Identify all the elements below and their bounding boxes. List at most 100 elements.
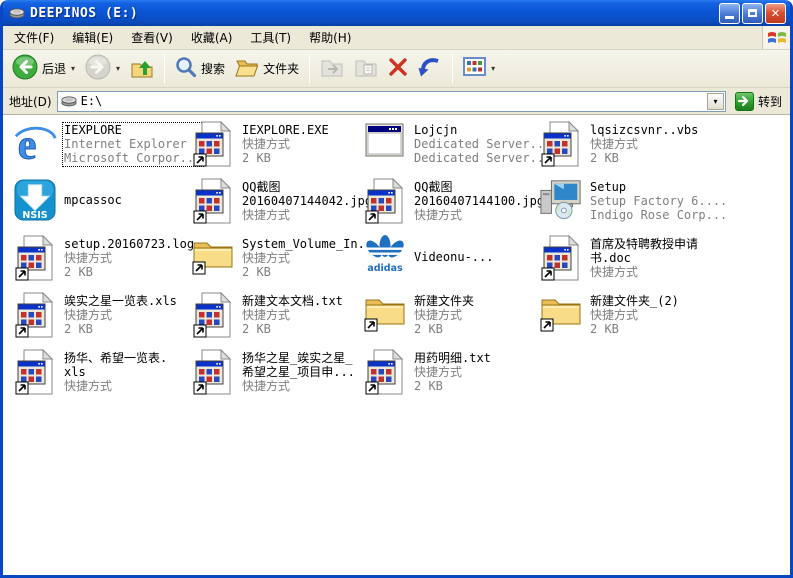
file-detail: 快捷方式: [242, 308, 343, 322]
copy-to-button[interactable]: [349, 54, 383, 84]
back-button[interactable]: 后退 ▾: [7, 52, 80, 86]
file-item[interactable]: SetupSetup Factory 6....Indigo Rose Corp…: [537, 178, 790, 235]
address-dropdown-icon[interactable]: ▾: [707, 93, 724, 110]
file-item[interactable]: System_Volume_In...快捷方式2 KB: [189, 235, 361, 292]
file-detail: 快捷方式: [64, 379, 167, 393]
file-detail: 2 KB: [590, 151, 698, 165]
forward-icon: [85, 54, 111, 84]
search-button[interactable]: 搜索: [170, 54, 230, 84]
explorer-window: DEEPINOS (E:) ✕ 文件(F) 编辑(E) 查看(V) 收藏(A) …: [0, 0, 793, 578]
folder-shortcut-icon: [537, 292, 584, 332]
file-name: xls: [64, 365, 167, 379]
file-item[interactable]: setup.20160723.log快捷方式2 KB: [11, 235, 189, 292]
folder-shortcut-icon: [361, 292, 408, 332]
file-detail: 快捷方式: [64, 308, 177, 322]
forward-dropdown-icon[interactable]: ▾: [116, 64, 120, 73]
file-detail: 快捷方式: [414, 365, 491, 379]
views-button[interactable]: ▾: [458, 55, 500, 82]
file-detail: 2 KB: [242, 265, 379, 279]
nsis-icon: NSIS: [11, 178, 58, 222]
file-name: setup.20160723.log: [64, 237, 194, 251]
file-detail: 2 KB: [242, 151, 329, 165]
file-name: 首席及特聘教授申请: [590, 237, 698, 251]
menu-help[interactable]: 帮助(H): [300, 26, 360, 49]
shortcut-app-icon: [537, 121, 584, 167]
file-name: 20160407144100.jpg: [414, 194, 544, 208]
file-detail: 快捷方式: [242, 208, 372, 222]
menu-tools[interactable]: 工具(T): [241, 26, 300, 49]
file-detail: 快捷方式: [590, 265, 698, 279]
file-item[interactable]: adidas Videonu-...: [361, 235, 537, 292]
ie-icon: e: [11, 121, 58, 167]
copy-to-folder-icon: [354, 56, 378, 82]
svg-text:NSIS: NSIS: [22, 210, 47, 221]
undo-button[interactable]: [413, 54, 447, 84]
file-item[interactable]: 用药明细.txt快捷方式2 KB: [361, 349, 537, 406]
drive-icon: [9, 4, 25, 23]
address-input[interactable]: [81, 93, 707, 110]
minimize-button[interactable]: [719, 3, 740, 24]
move-to-button[interactable]: [315, 54, 349, 84]
shortcut-app-icon: [11, 349, 58, 395]
file-name: 新建文件夹: [414, 294, 474, 308]
file-item[interactable]: IEXPLORE.EXE快捷方式2 KB: [189, 121, 361, 178]
shortcut-app-icon: [189, 349, 236, 395]
shortcut-app-icon: [537, 235, 584, 281]
file-item[interactable]: 新建文件夹快捷方式2 KB: [361, 292, 537, 349]
window-title: DEEPINOS (E:): [30, 6, 717, 21]
views-dropdown-icon[interactable]: ▾: [491, 64, 495, 73]
file-detail: 快捷方式: [590, 137, 698, 151]
go-label: 转到: [758, 93, 782, 110]
up-button[interactable]: [125, 53, 159, 85]
file-name: System_Volume_In...: [242, 237, 379, 251]
back-label: 后退: [42, 60, 66, 77]
file-name: 新建文本文档.txt: [242, 294, 343, 308]
views-icon: [463, 57, 486, 80]
file-item[interactable]: 新建文件夹_(2)快捷方式2 KB: [537, 292, 790, 349]
folders-icon: [235, 56, 259, 82]
go-button[interactable]: 转到: [731, 91, 786, 112]
address-field[interactable]: ▾: [57, 91, 726, 112]
menu-view[interactable]: 查看(V): [122, 26, 182, 49]
file-item[interactable]: QQ截图20160407144100.jpg快捷方式: [361, 178, 537, 235]
file-detail: 2 KB: [414, 322, 474, 336]
file-item[interactable]: lqsizcsvnr..vbs快捷方式2 KB: [537, 121, 790, 178]
file-detail: 快捷方式: [414, 308, 474, 322]
file-name: 20160407144042.jpg: [242, 194, 372, 208]
file-name: Videonu-...: [414, 250, 493, 264]
file-detail: 快捷方式: [242, 379, 355, 393]
file-detail: Setup Factory 6....: [590, 194, 727, 208]
file-item[interactable]: e IEXPLOREInternet ExplorerMicrosoft Cor…: [11, 121, 189, 178]
file-item[interactable]: 扬华之星_竢实之星_希望之星_项目申...快捷方式: [189, 349, 361, 406]
svg-text:adidas: adidas: [367, 263, 403, 274]
file-item[interactable]: 竢实之星一览表.xls快捷方式2 KB: [11, 292, 189, 349]
file-list-area: e IEXPLOREInternet ExplorerMicrosoft Cor…: [3, 115, 790, 575]
undo-icon: [418, 56, 442, 82]
toolbar: 后退 ▾ ▾ 搜索 文件夹: [3, 50, 790, 88]
file-detail: 2 KB: [590, 322, 679, 336]
file-item[interactable]: 新建文本文档.txt快捷方式2 KB: [189, 292, 361, 349]
file-name: 书.doc: [590, 251, 698, 265]
menu-file[interactable]: 文件(F): [5, 26, 63, 49]
file-item[interactable]: NSIS mpcassoc: [11, 178, 189, 235]
file-detail: 快捷方式: [242, 137, 329, 151]
file-item[interactable]: 扬华、希望一览表.xls快捷方式: [11, 349, 189, 406]
file-item[interactable]: 首席及特聘教授申请书.doc快捷方式: [537, 235, 790, 292]
maximize-button[interactable]: [742, 3, 763, 24]
back-dropdown-icon[interactable]: ▾: [71, 64, 75, 73]
menu-favorites[interactable]: 收藏(A): [182, 26, 242, 49]
file-detail: 快捷方式: [64, 251, 194, 265]
file-detail: 2 KB: [64, 322, 177, 336]
back-icon: [12, 54, 38, 84]
adidas-icon: adidas: [361, 235, 408, 277]
forward-button[interactable]: ▾: [80, 52, 125, 86]
file-name: Lojcjn: [414, 123, 551, 137]
delete-button[interactable]: [383, 55, 413, 83]
file-name: 扬华、希望一览表.: [64, 351, 167, 365]
file-item[interactable]: LojcjnDedicated Server...Dedicated Serve…: [361, 121, 537, 178]
folders-button[interactable]: 文件夹: [230, 54, 304, 84]
menu-edit[interactable]: 编辑(E): [63, 26, 122, 49]
file-item[interactable]: QQ截图20160407144042.jpg快捷方式: [189, 178, 361, 235]
close-button[interactable]: ✕: [765, 3, 786, 24]
folders-label: 文件夹: [263, 60, 299, 77]
